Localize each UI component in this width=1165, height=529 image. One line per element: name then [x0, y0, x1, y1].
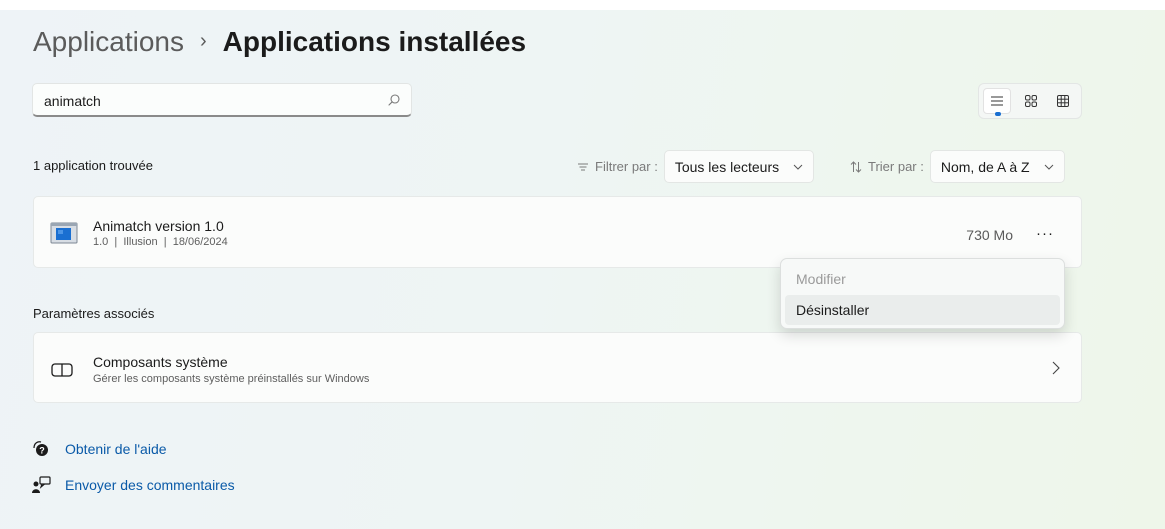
system-components-item[interactable]: Composants système Gérer les composants … — [33, 332, 1082, 403]
top-strip — [0, 0, 1165, 10]
grid-view-button[interactable] — [1049, 88, 1077, 114]
filter-label-text: Filtrer par : — [595, 159, 658, 174]
app-size: 730 Mo — [966, 227, 1013, 243]
feedback-link-text[interactable]: Envoyer des commentaires — [65, 477, 235, 493]
feedback-link[interactable]: Envoyer des commentaires — [31, 476, 235, 494]
filter-icon — [578, 163, 588, 170]
filter-group: Filtrer par : Tous les lecteurs — [577, 150, 815, 183]
system-components-title: Composants système — [93, 354, 228, 370]
help-link[interactable]: ? Obtenir de l'aide — [31, 440, 167, 458]
sort-group: Trier par : Nom, de A à Z — [850, 150, 1065, 183]
breadcrumb-separator: › — [199, 29, 207, 52]
result-count: 1 application trouvée — [33, 158, 153, 173]
sort-label: Trier par : — [850, 159, 924, 174]
breadcrumb: Applications › Applications installées — [33, 26, 526, 58]
more-options-button[interactable]: ··· — [1031, 221, 1059, 245]
list-view-button[interactable] — [983, 88, 1011, 116]
selected-indicator — [995, 112, 1001, 116]
chevron-down-icon — [1044, 164, 1053, 170]
menu-item-modify: Modifier — [796, 271, 846, 287]
tile-view-button[interactable] — [1017, 88, 1045, 114]
page-title: Applications installées — [222, 26, 527, 57]
filter-dropdown[interactable]: Tous les lecteurs — [663, 150, 815, 183]
sort-value: Nom, de A à Z — [940, 158, 1030, 175]
breadcrumb-parent[interactable]: Applications — [33, 26, 184, 58]
search-icon[interactable] — [387, 93, 401, 107]
section-title: Paramètres associés — [33, 306, 155, 321]
grid-view-icon — [1057, 95, 1069, 107]
help-icon: ? — [33, 441, 48, 456]
feedback-icon — [32, 476, 51, 493]
system-components-description: Gérer les composants système préinstallé… — [93, 373, 370, 385]
app-meta: 1.0 | Illusion | 18/06/2024 — [93, 236, 228, 248]
chevron-down-icon — [793, 164, 803, 170]
tile-view-icon — [1025, 95, 1037, 107]
help-link-text[interactable]: Obtenir de l'aide — [65, 441, 167, 457]
sort-label-text: Trier par : — [868, 159, 924, 174]
menu-item-uninstall[interactable]: Désinstaller — [785, 295, 1060, 325]
search-box[interactable] — [32, 83, 412, 117]
sort-icon — [850, 160, 862, 173]
app-window-icon — [50, 222, 78, 244]
filter-label: Filtrer par : — [577, 159, 658, 174]
view-mode-toggle — [978, 83, 1082, 119]
app-name: Animatch version 1.0 — [93, 218, 224, 234]
chevron-right-icon — [1052, 361, 1060, 375]
sort-dropdown[interactable]: Nom, de A à Z — [929, 150, 1065, 183]
svg-text:?: ? — [39, 446, 45, 456]
filter-value: Tous les lecteurs — [674, 158, 780, 175]
system-components-icon — [51, 363, 73, 377]
search-input[interactable] — [42, 90, 376, 112]
context-menu: Modifier Désinstaller — [780, 258, 1065, 329]
list-view-icon — [991, 96, 1003, 106]
